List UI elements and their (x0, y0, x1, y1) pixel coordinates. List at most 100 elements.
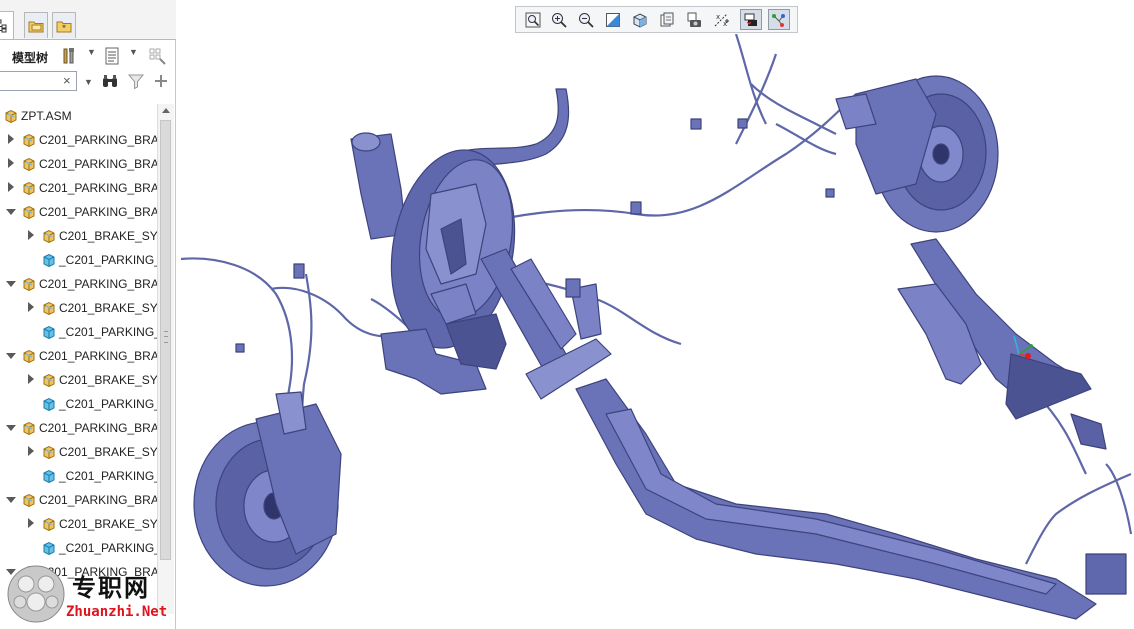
part-icon (43, 325, 55, 339)
assembly-icon (23, 421, 35, 435)
add-button[interactable] (150, 70, 172, 92)
part-icon (43, 253, 55, 267)
tree-row[interactable]: C201_BRAKE_SYS (0, 368, 158, 392)
left-brake-disc (193, 391, 342, 587)
part-icon (43, 469, 55, 483)
tree-row-label: _C201_PARKING_ (59, 253, 158, 267)
repaint-button[interactable] (602, 9, 624, 30)
datum-display-icon: x x (714, 13, 729, 28)
tree-row[interactable]: C201_BRAKE_SYS (0, 512, 158, 536)
assembly-icon (43, 517, 55, 531)
show-dropdown-icon[interactable]: ▼ (129, 47, 138, 57)
filter-dropdown-icon[interactable]: ▼ (84, 77, 93, 87)
saved-views-icon (660, 12, 674, 26)
tree-row[interactable]: C201_PARKING_BRA (0, 152, 158, 176)
tree-row[interactable]: C201_PARKING_BRA (0, 416, 158, 440)
funnel-icon (128, 74, 144, 89)
tree-row[interactable]: C201_PARKING_BRA (0, 488, 158, 512)
expand-arrow-icon[interactable] (28, 302, 34, 312)
graphics-toolbar: x x (515, 6, 798, 33)
tree-row-label: C201_BRAKE_SYS (59, 229, 158, 243)
collapse-arrow-icon[interactable] (6, 497, 16, 503)
spin-center-icon (744, 13, 757, 26)
tree-row-label: C201_PARKING_BRA (39, 205, 158, 219)
zoom-fit-icon (525, 12, 541, 27)
tree-row-label: _C201_PARKING_ (59, 397, 158, 411)
settings-button[interactable] (58, 45, 80, 67)
model-tree-panel: * 模型树 ▼ ▼ × ▼ ZPT.ASM C201_PARKING_BRA C… (0, 0, 176, 629)
tree-row[interactable]: C201_BRAKE_SYS (0, 440, 158, 464)
tree-row-label: C201_BRAKE_SYS (59, 445, 158, 459)
zoom-in-icon (552, 12, 567, 28)
expand-arrow-icon[interactable] (8, 134, 14, 144)
tree-row[interactable]: C201_BRAKE_SYS (0, 224, 158, 248)
scroll-thumb[interactable] (160, 120, 171, 560)
tree-row-label: C201_PARKING_BRA (39, 421, 158, 435)
find-button[interactable] (99, 70, 121, 92)
collapse-arrow-icon[interactable] (6, 425, 16, 431)
clear-filter-icon[interactable]: × (63, 73, 71, 88)
zoom-in-button[interactable] (548, 9, 570, 30)
spin-center-button[interactable] (740, 9, 762, 30)
tab-model-tree[interactable] (0, 11, 14, 39)
tree-row[interactable]: _C201_PARKING_ (0, 320, 158, 344)
svg-text:x: x (716, 13, 720, 21)
datum-display-button[interactable]: x x (711, 9, 733, 30)
tree-row[interactable]: C201_PARKING_BRA (0, 344, 158, 368)
tree-row-label: _C201_PARKING_ (59, 469, 158, 483)
list-icon (105, 47, 119, 65)
expand-arrow-icon[interactable] (28, 518, 34, 528)
search-row: × ▼ (0, 70, 176, 94)
refit-button[interactable] (522, 9, 544, 30)
tree-row[interactable]: C201_PARKING_BRA (0, 200, 158, 224)
expand-arrow-icon[interactable] (28, 230, 34, 240)
model-tree-title: 模型树 (12, 51, 49, 65)
expand-arrow-icon[interactable] (8, 182, 14, 192)
tree-row-label: C201_BRAKE_SYS (59, 517, 158, 531)
tree-row[interactable]: _C201_PARKING_ (0, 248, 158, 272)
svg-text:*: * (62, 23, 66, 32)
tree-scrollbar[interactable] (157, 104, 174, 614)
display-style-button[interactable] (629, 9, 651, 30)
folder-icon (28, 21, 44, 32)
expand-arrow-icon[interactable] (28, 446, 34, 456)
tree-row-label: C201_PARKING_BRA (39, 349, 158, 363)
model-tree-icon (0, 19, 7, 32)
tree-row-label: C201_PARKING_BRA (39, 277, 158, 291)
binoculars-icon (103, 75, 117, 87)
repaint-icon (606, 12, 620, 27)
assembly-icon (23, 133, 35, 147)
assembly-icon (23, 277, 35, 291)
collapse-arrow-icon[interactable] (6, 353, 16, 359)
assembly-icon (23, 157, 35, 171)
assembly-icon (23, 205, 35, 219)
expand-arrow-icon[interactable] (28, 374, 34, 384)
watermark-logo-icon (7, 565, 65, 623)
collapse-arrow-icon[interactable] (6, 209, 16, 215)
tab-favorites[interactable]: * (52, 12, 76, 38)
expand-arrow-icon[interactable] (8, 158, 14, 168)
tree-row[interactable]: _C201_PARKING_ (0, 536, 158, 560)
filter-button[interactable] (125, 70, 147, 92)
annotation-display-button[interactable] (768, 9, 790, 30)
tree-row[interactable]: ZPT.ASM (0, 104, 158, 128)
tree-row[interactable]: _C201_PARKING_ (0, 464, 158, 488)
assembly-icon (43, 373, 55, 387)
tree-row[interactable]: C201_PARKING_BRA (0, 272, 158, 296)
settings-dropdown-icon[interactable]: ▼ (87, 47, 96, 57)
zoom-out-button[interactable] (575, 9, 597, 30)
assembly-icon (5, 109, 17, 123)
tree-row[interactable]: C201_PARKING_BRA (0, 128, 158, 152)
assembly-icon (23, 181, 35, 195)
tab-folder-browser[interactable] (24, 12, 48, 38)
scroll-up-arrow-icon[interactable] (162, 108, 170, 113)
tree-row[interactable]: C201_BRAKE_SYS (0, 296, 158, 320)
tree-columns-button[interactable] (147, 45, 169, 67)
tree-row[interactable]: _C201_PARKING_ (0, 392, 158, 416)
collapse-arrow-icon[interactable] (6, 281, 16, 287)
view-manager-button[interactable] (683, 9, 705, 30)
graphics-viewport[interactable] (176, 34, 1134, 629)
saved-views-button[interactable] (656, 9, 678, 30)
show-button[interactable] (101, 45, 123, 67)
tree-row[interactable]: C201_PARKING_BRA (0, 176, 158, 200)
